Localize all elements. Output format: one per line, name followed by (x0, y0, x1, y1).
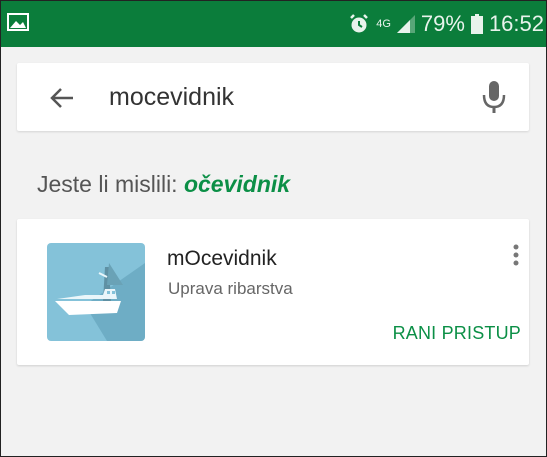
app-result-card[interactable]: mOcevidnik Uprava ribarstva RANI PRISTUP (17, 219, 529, 365)
app-title[interactable]: mOcevidnik (167, 247, 277, 271)
battery-icon (470, 14, 483, 34)
did-you-mean-label: Jeste li mislili: (37, 171, 178, 197)
more-vert-icon[interactable] (509, 243, 523, 269)
battery-percent: 79% (420, 11, 465, 36)
image-icon (7, 13, 29, 31)
arrow-back-icon[interactable] (49, 85, 75, 111)
suggested-term-link[interactable]: očevidnik (184, 171, 290, 197)
status-bar: 4G 79% 16:52 (1, 1, 546, 47)
mic-icon[interactable] (481, 80, 507, 114)
early-access-badge: RANI PRISTUP (392, 323, 521, 343)
alarm-icon (350, 14, 369, 33)
fishing-boat-icon (47, 243, 145, 341)
screen: 4G 79% 16:52 Jeste li mislili: očevidnik (0, 0, 547, 457)
network-type: 4G (376, 18, 391, 30)
app-developer: Uprava ribarstva (168, 279, 293, 298)
did-you-mean: Jeste li mislili: očevidnik (37, 171, 290, 198)
search-bar (17, 63, 529, 131)
search-input[interactable] (109, 81, 469, 113)
signal-icon (396, 15, 415, 33)
clock: 16:52 (488, 11, 544, 36)
